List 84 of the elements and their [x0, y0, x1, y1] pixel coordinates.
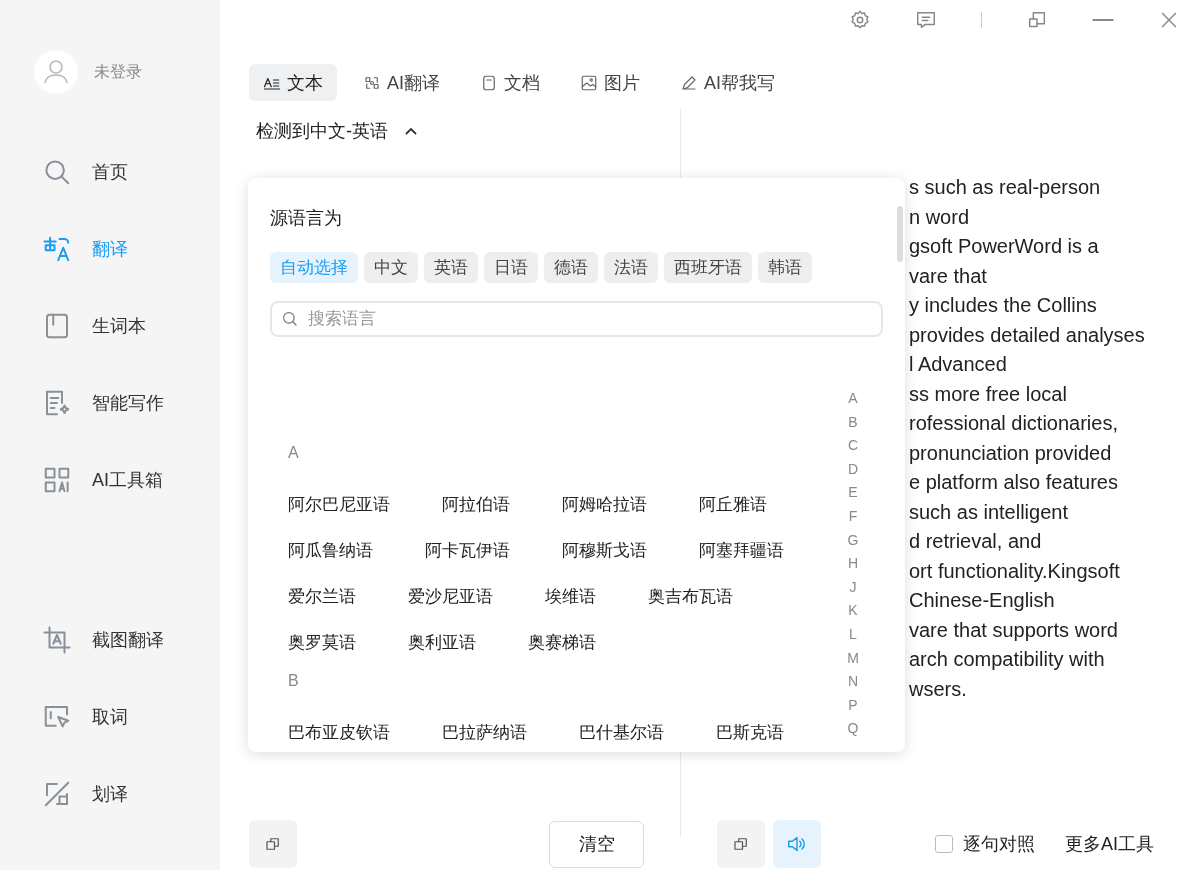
chat-button[interactable] [915, 9, 937, 31]
scrollbar[interactable] [897, 206, 903, 262]
language-option[interactable]: 奥利亚语 [408, 630, 476, 654]
language-option[interactable]: 奥赛梯语 [528, 630, 596, 654]
section-letter: B [288, 672, 300, 691]
speaker-button[interactable] [773, 820, 821, 868]
image-icon [580, 73, 598, 92]
copy-button[interactable] [249, 820, 297, 868]
language-option[interactable]: 阿穆斯戈语 [562, 538, 647, 562]
nav-item[interactable]: 首页 [42, 154, 220, 190]
copy-icon [264, 835, 282, 853]
tool-item[interactable]: 取词 [42, 699, 220, 735]
language-option[interactable]: 阿卡瓦伊语 [425, 538, 510, 562]
index-letter[interactable]: J [849, 575, 857, 600]
search-icon [281, 310, 299, 328]
tab[interactable]: AI翻译 [349, 64, 454, 101]
search-field[interactable]: 搜索语言 [270, 301, 883, 337]
language-chip[interactable]: 西班牙语 [664, 252, 752, 283]
section-letter: A [288, 444, 300, 463]
index-letter[interactable]: P [848, 693, 858, 718]
nav-item[interactable]: AI工具箱 [42, 462, 220, 498]
language-option[interactable]: 奥罗莫语 [288, 630, 356, 654]
tab[interactable]: 文档 [466, 64, 554, 101]
more-tools-link[interactable]: 更多AI工具 [1065, 832, 1154, 856]
tab[interactable]: 图片 [566, 64, 654, 101]
index-letter[interactable]: E [848, 481, 858, 505]
popup-title: 源语言为 [270, 207, 343, 230]
checkbox[interactable] [935, 835, 953, 853]
language-option[interactable]: 阿塞拜疆语 [699, 538, 784, 562]
language-option[interactable]: 奥吉布瓦语 [648, 584, 733, 608]
minimize-icon [1092, 18, 1114, 22]
index-letter[interactable]: Q [847, 717, 859, 741]
language-option[interactable]: 巴什基尔语 [579, 720, 664, 744]
language-option[interactable]: 阿丘雅语 [699, 492, 767, 516]
index-letter[interactable]: A [848, 387, 858, 411]
index-letter[interactable]: B [848, 410, 858, 435]
language-option[interactable]: 阿瓜鲁纳语 [288, 538, 373, 562]
index-letter[interactable]: L [849, 622, 857, 647]
checkbox-label[interactable]: 逐句对照 [963, 832, 1035, 856]
translate-icon [42, 234, 72, 264]
copy-button[interactable] [717, 820, 765, 868]
language-option[interactable]: 埃维语 [545, 584, 596, 608]
gear-button[interactable] [849, 9, 871, 31]
clear-button[interactable]: 清空 [549, 820, 644, 868]
search-icon [42, 157, 72, 187]
nav-item[interactable]: 生词本 [42, 308, 220, 344]
grid-icon [42, 465, 72, 495]
tab[interactable]: AI帮我写 [666, 64, 790, 101]
language-option[interactable]: 阿姆哈拉语 [562, 492, 647, 516]
language-option[interactable]: 爱沙尼亚语 [408, 584, 493, 608]
language-chip[interactable]: 法语 [604, 252, 658, 283]
minimize-button[interactable] [1092, 18, 1114, 22]
index-letter[interactable]: G [847, 528, 859, 553]
index-letter[interactable]: H [847, 552, 859, 576]
language-option[interactable]: 阿尔巴尼亚语 [288, 492, 390, 516]
language-chip[interactable]: 韩语 [758, 252, 812, 283]
copy-icon [732, 835, 750, 853]
index-letter[interactable]: F [848, 504, 858, 529]
language-option[interactable]: 巴斯克语 [716, 720, 784, 744]
language-chip[interactable]: 日语 [484, 252, 538, 283]
language-chip[interactable]: 英语 [424, 252, 478, 283]
nav-item[interactable]: 智能写作 [42, 385, 220, 421]
translation-text: s such as real-person n word gsoft PowerWord is a vare that y includes the Collins provides detailed analyses l Advanced ss more free local rofessional dictionaries, pronunciation provided e platform also features such as intelligent d retrieval, and ort functionality.Kingsoft Chinese-English vare that supports word arch compatibility with wsers. [909, 175, 1145, 702]
language-selector[interactable]: 检测到中文-英语 [249, 109, 418, 143]
crop-icon [42, 625, 72, 655]
avatar[interactable] [34, 50, 78, 94]
language-option[interactable]: 巴拉萨纳语 [442, 720, 527, 744]
language-option[interactable]: 阿拉伯语 [442, 492, 510, 516]
chat-icon [915, 9, 937, 31]
language-option[interactable]: 巴布亚皮钦语 [288, 720, 390, 744]
index-letter[interactable]: M [847, 646, 859, 671]
tool-item[interactable]: 划译 [42, 776, 220, 812]
tab[interactable]: 文本 [249, 64, 337, 101]
language-chip[interactable]: 中文 [364, 252, 418, 283]
gear-icon [849, 9, 871, 31]
index-letter[interactable]: N [847, 670, 859, 694]
document-icon [480, 73, 498, 92]
tool-item[interactable]: 截图翻译 [42, 622, 220, 658]
index-letter[interactable]: K [848, 599, 858, 623]
index-letter[interactable]: D [847, 457, 859, 482]
language-option[interactable]: 爱尔兰语 [288, 584, 356, 608]
language-chip[interactable]: 德语 [544, 252, 598, 283]
slash-frame-icon [42, 779, 72, 809]
index-letter[interactable]: C [847, 434, 859, 458]
